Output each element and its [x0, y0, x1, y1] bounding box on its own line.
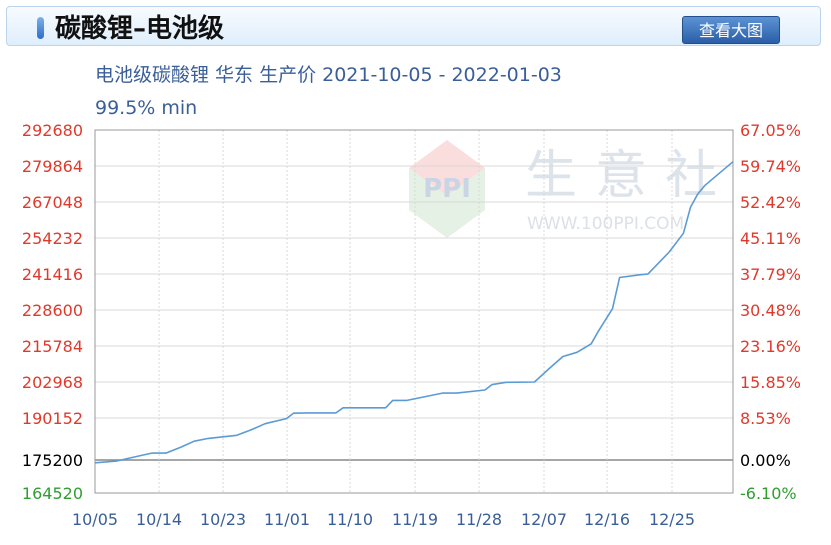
- y-tick-label-right: 52.42%: [740, 193, 801, 212]
- y-tick-label-left: 279864: [22, 157, 83, 176]
- y-tick-label-left: 190152: [22, 409, 83, 428]
- y-tick-label-right: -6.10%: [740, 484, 797, 503]
- price-chart: PPI 生意社 WWW.100PPI.COM 292680 279864 267048 25…: [22, 121, 801, 529]
- y-tick-label-right: 67.05%: [740, 121, 801, 140]
- x-tick-label: 11/01: [264, 510, 310, 529]
- y-tick-label-left: 292680: [22, 121, 83, 140]
- x-tick-label: 11/10: [327, 510, 373, 529]
- y-tick-label-right: 15.85%: [740, 373, 801, 392]
- y-tick-label-right: 0.00%: [740, 451, 791, 470]
- x-tick-label: 12/07: [521, 510, 567, 529]
- x-tick-label: 12/16: [584, 510, 630, 529]
- x-tick-label: 10/05: [72, 510, 118, 529]
- y-tick-label-left: 215784: [22, 337, 83, 356]
- y-tick-label-left: 254232: [22, 229, 83, 248]
- y-tick-label-left: 228600: [22, 301, 83, 320]
- x-tick-label: 10/23: [200, 510, 246, 529]
- y-tick-label-left: 241416: [22, 265, 83, 284]
- watermark-cn: 生意社: [525, 146, 735, 206]
- x-tick-label: 11/28: [456, 510, 502, 529]
- watermark-url: WWW.100PPI.COM: [527, 214, 684, 234]
- x-tick-label: 11/19: [392, 510, 438, 529]
- x-tick-label: 12/25: [649, 510, 695, 529]
- y-tick-label-left: 202968: [22, 373, 83, 392]
- y-tick-label-left: 267048: [22, 193, 83, 212]
- y-tick-label-right: 37.79%: [740, 265, 801, 284]
- y-tick-label-left: 175200: [22, 451, 83, 470]
- watermark-brand: PPI: [423, 174, 471, 204]
- y-tick-label-right: 8.53%: [740, 409, 791, 428]
- y-tick-label-left: 164520: [22, 484, 83, 503]
- y-tick-label-right: 30.48%: [740, 301, 801, 320]
- x-tick-label: 10/14: [136, 510, 182, 529]
- y-tick-label-right: 45.11%: [740, 229, 801, 248]
- y-tick-label-right: 59.74%: [740, 157, 801, 176]
- y-tick-label-right: 23.16%: [740, 337, 801, 356]
